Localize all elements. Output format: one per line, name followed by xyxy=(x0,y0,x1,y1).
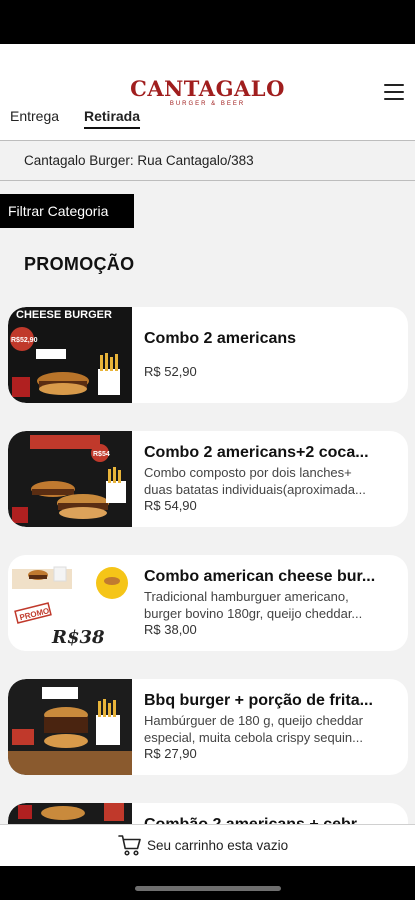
shopping-cart-icon xyxy=(118,835,141,856)
tab-entrega[interactable]: Entrega xyxy=(10,108,59,124)
brand-tagline: BURGER & BEER xyxy=(169,101,246,107)
product-name: Bbq burger + porção de frita... xyxy=(144,692,373,709)
product-price: R$ 38,00 xyxy=(144,622,197,637)
product-description: Hambúrguer de 180 g, queijo cheddar espe… xyxy=(144,713,363,745)
store-selector[interactable]: Cantagalo Burger: Rua Cantagalo/383 xyxy=(0,140,415,181)
product-card[interactable]: CHEESE BURGER R$52,90 Combo 2 americans … xyxy=(8,307,408,403)
product-card[interactable]: R$54 Combo 2 americans+2 coca... Combo c… xyxy=(8,431,408,527)
menu-icon[interactable] xyxy=(384,84,404,100)
image-caption: CHEESE BURGER xyxy=(16,309,112,321)
tab-retirada[interactable]: Retirada xyxy=(84,108,141,129)
home-indicator-area xyxy=(0,866,415,900)
product-card[interactable]: PROMO R$38 Combo american cheese bur... … xyxy=(8,555,408,651)
image-handwritten-price: R$38 xyxy=(51,627,105,648)
product-image: CHEESE BURGER R$52,90 xyxy=(8,307,132,403)
product-name: Combo 2 americans xyxy=(144,330,297,347)
section-title: PROMOÇÃO xyxy=(24,254,135,274)
product-card[interactable]: Bbq burger + porção de frita... Hambúrgu… xyxy=(8,679,408,775)
product-price: R$ 52,90 xyxy=(144,364,197,379)
home-indicator[interactable] xyxy=(135,886,281,891)
product-price: R$ 27,90 xyxy=(144,746,197,761)
brand-name: CANTAGALO xyxy=(130,76,285,101)
status-bar xyxy=(0,0,415,44)
image-price-tag: R$52,90 xyxy=(11,337,38,344)
product-price: R$ 54,90 xyxy=(144,498,197,513)
filter-category-button[interactable]: Filtrar Categoria xyxy=(0,194,134,228)
image-price-tag: R$54 xyxy=(93,451,110,458)
product-image: PROMO R$38 xyxy=(8,555,132,651)
store-label: Cantagalo Burger: Rua Cantagalo/383 xyxy=(24,153,254,168)
product-name: Combo 2 americans+2 coca... xyxy=(144,444,369,461)
cart-bar[interactable]: Seu carrinho esta vazio xyxy=(0,824,415,866)
app-header: CANTAGALO BURGER & BEER Entrega Retirada xyxy=(0,44,415,140)
product-image xyxy=(8,679,132,775)
product-image: R$54 xyxy=(8,431,132,527)
brand-logo[interactable]: CANTAGALO BURGER & BEER xyxy=(0,78,415,108)
product-description: Combo composto por dois lanches+ duas ba… xyxy=(144,465,366,497)
cart-status: Seu carrinho esta vazio xyxy=(147,838,289,853)
product-name: Combo american cheese bur... xyxy=(144,568,376,585)
product-description: Tradicional hamburguer americano, burger… xyxy=(144,589,363,621)
